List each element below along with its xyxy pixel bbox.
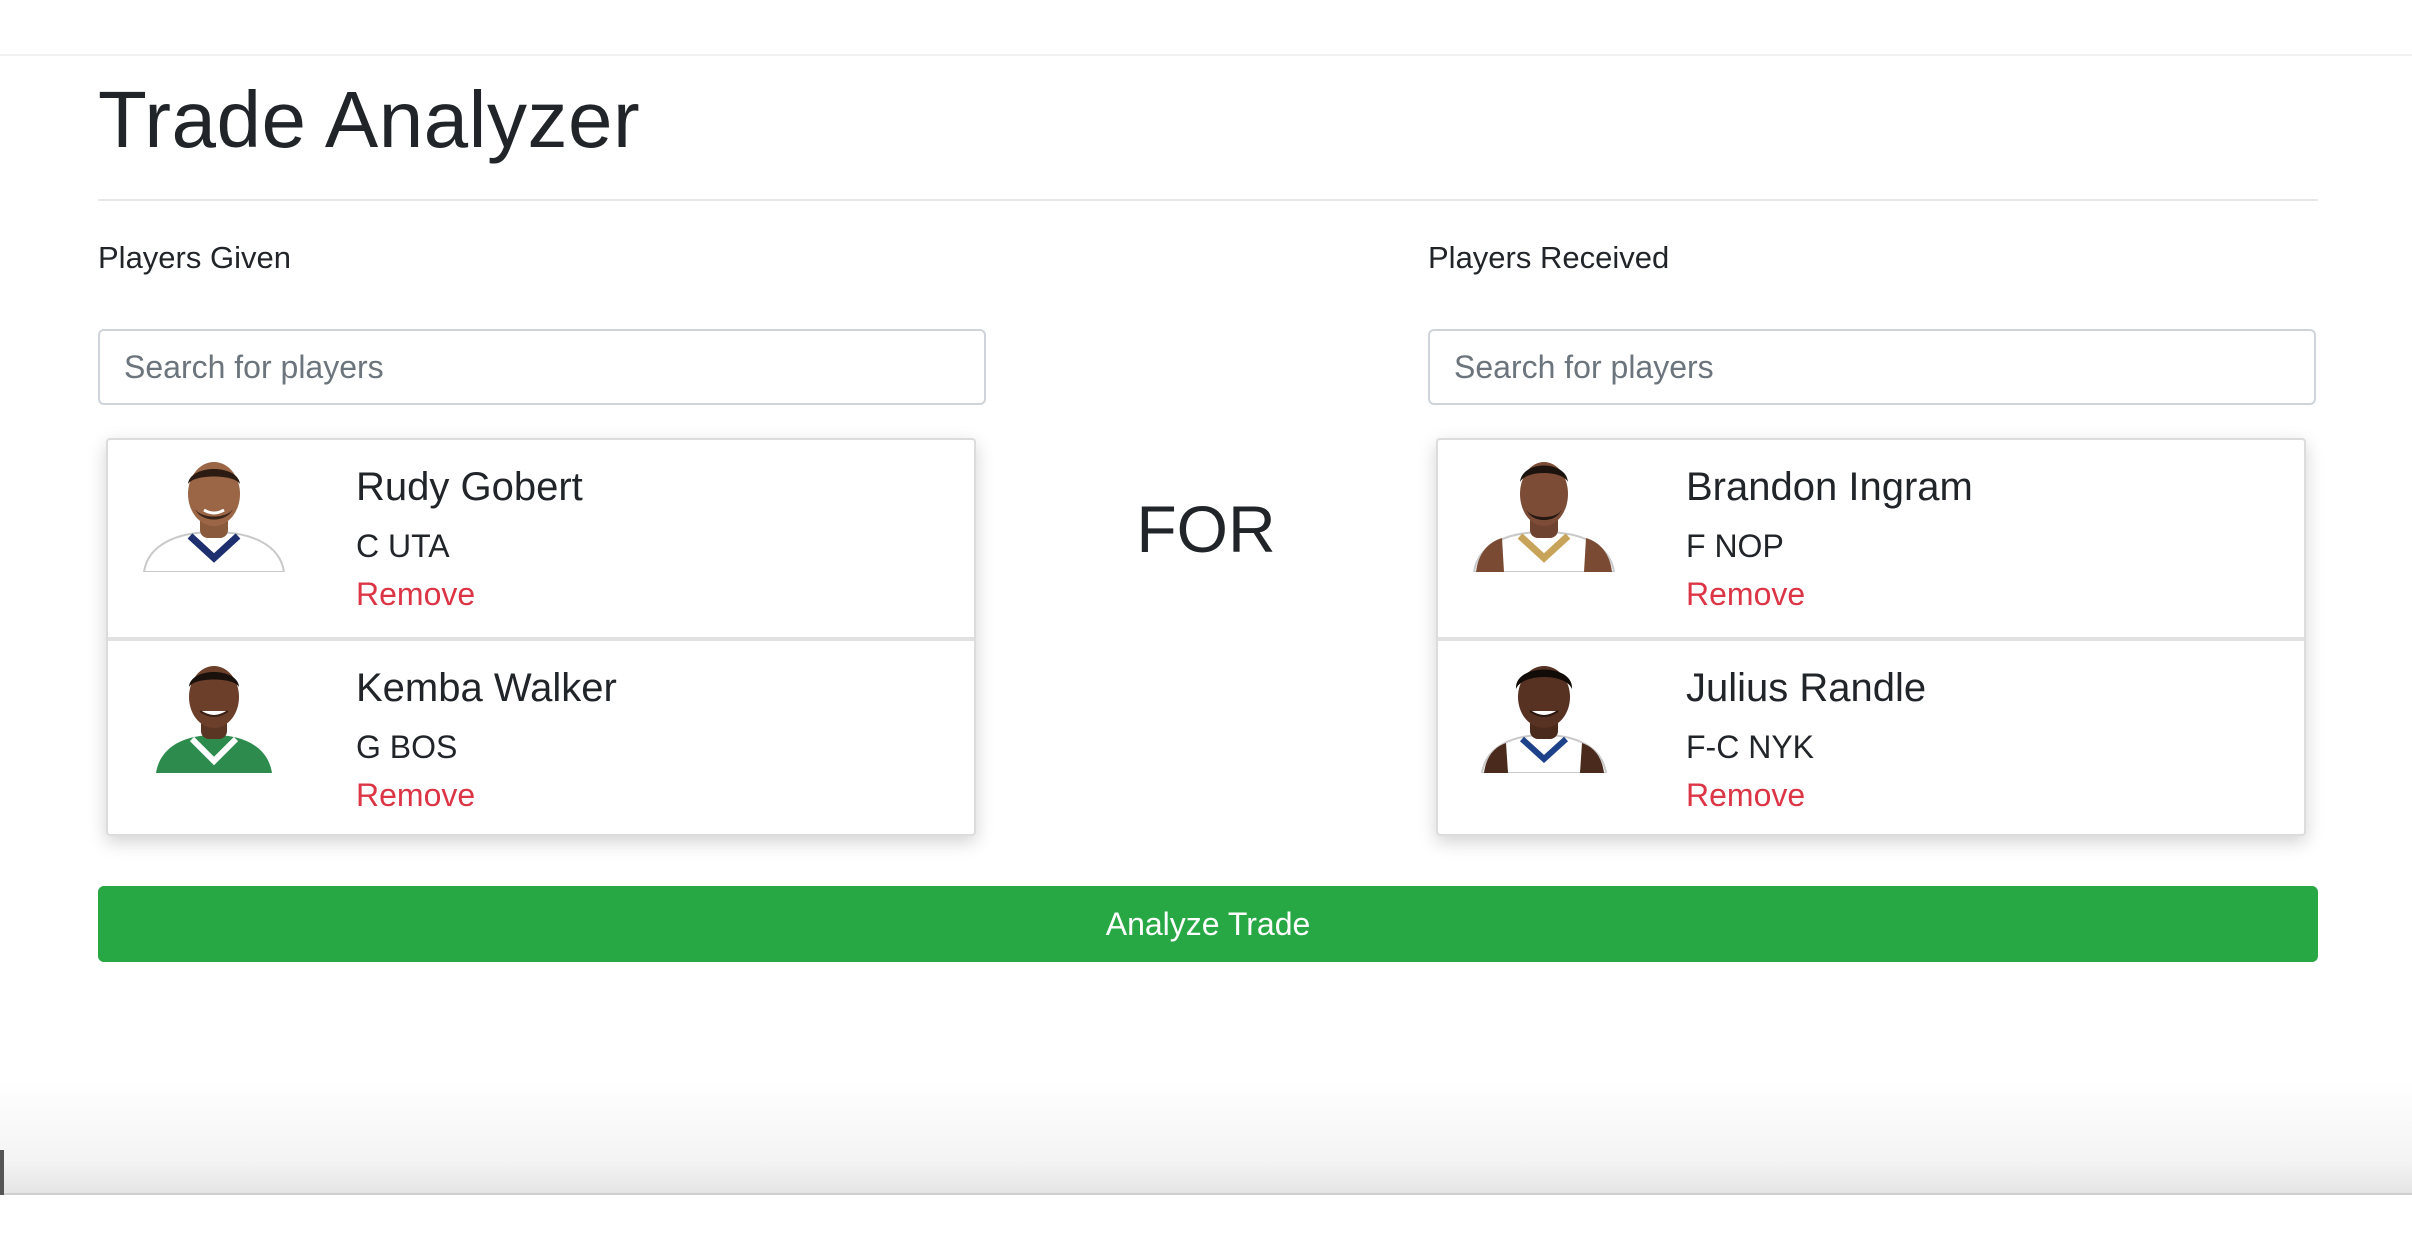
player-position-team: F-C NYK — [1686, 729, 1814, 765]
player-headshot-icon — [138, 458, 290, 572]
remove-player-button[interactable]: Remove — [356, 574, 475, 614]
window-bottom-shadow — [0, 1080, 2412, 1195]
players-received-search-input[interactable] — [1428, 329, 2316, 405]
players-given-search-input[interactable] — [98, 329, 986, 405]
trade-analyzer-page: Trade Analyzer Players Given Rudy Gobert… — [0, 0, 2412, 1248]
window-bottom-edge — [0, 1193, 2412, 1195]
player-name: Julius Randle — [1686, 666, 1927, 710]
player-position-team: F NOP — [1686, 528, 1784, 564]
player-card-julius-randle: Julius Randle F-C NYK Remove — [1438, 637, 2304, 834]
page-title: Trade Analyzer — [98, 75, 641, 164]
title-divider — [98, 199, 2318, 201]
trade-connector-label: FOR — [1136, 492, 1276, 566]
player-card-brandon-ingram: Brandon Ingram F NOP Remove — [1438, 440, 2304, 637]
player-headshot-icon — [138, 659, 290, 773]
player-card-kemba-walker: Kemba Walker G BOS Remove — [108, 637, 974, 834]
player-position-team: C UTA — [356, 528, 450, 564]
player-name: Brandon Ingram — [1686, 465, 1973, 509]
player-name: Kemba Walker — [356, 666, 617, 710]
remove-player-button[interactable]: Remove — [356, 775, 475, 815]
remove-player-button[interactable]: Remove — [1686, 574, 1805, 614]
remove-player-button[interactable]: Remove — [1686, 775, 1805, 815]
player-headshot-icon — [1468, 659, 1620, 773]
players-received-list: Brandon Ingram F NOP Remove Julius Randl… — [1436, 438, 2306, 836]
players-given-label: Players Given — [98, 240, 291, 275]
players-received-label: Players Received — [1428, 240, 1670, 275]
window-corner-edge — [0, 1150, 4, 1195]
top-divider — [0, 54, 2412, 56]
player-name: Rudy Gobert — [356, 465, 583, 509]
players-given-list: Rudy Gobert C UTA Remove Kemba Walker G … — [106, 438, 976, 836]
player-position-team: G BOS — [356, 729, 458, 765]
player-headshot-icon — [1468, 458, 1620, 572]
analyze-trade-button[interactable]: Analyze Trade — [98, 886, 2318, 962]
player-card-rudy-gobert: Rudy Gobert C UTA Remove — [108, 440, 974, 637]
